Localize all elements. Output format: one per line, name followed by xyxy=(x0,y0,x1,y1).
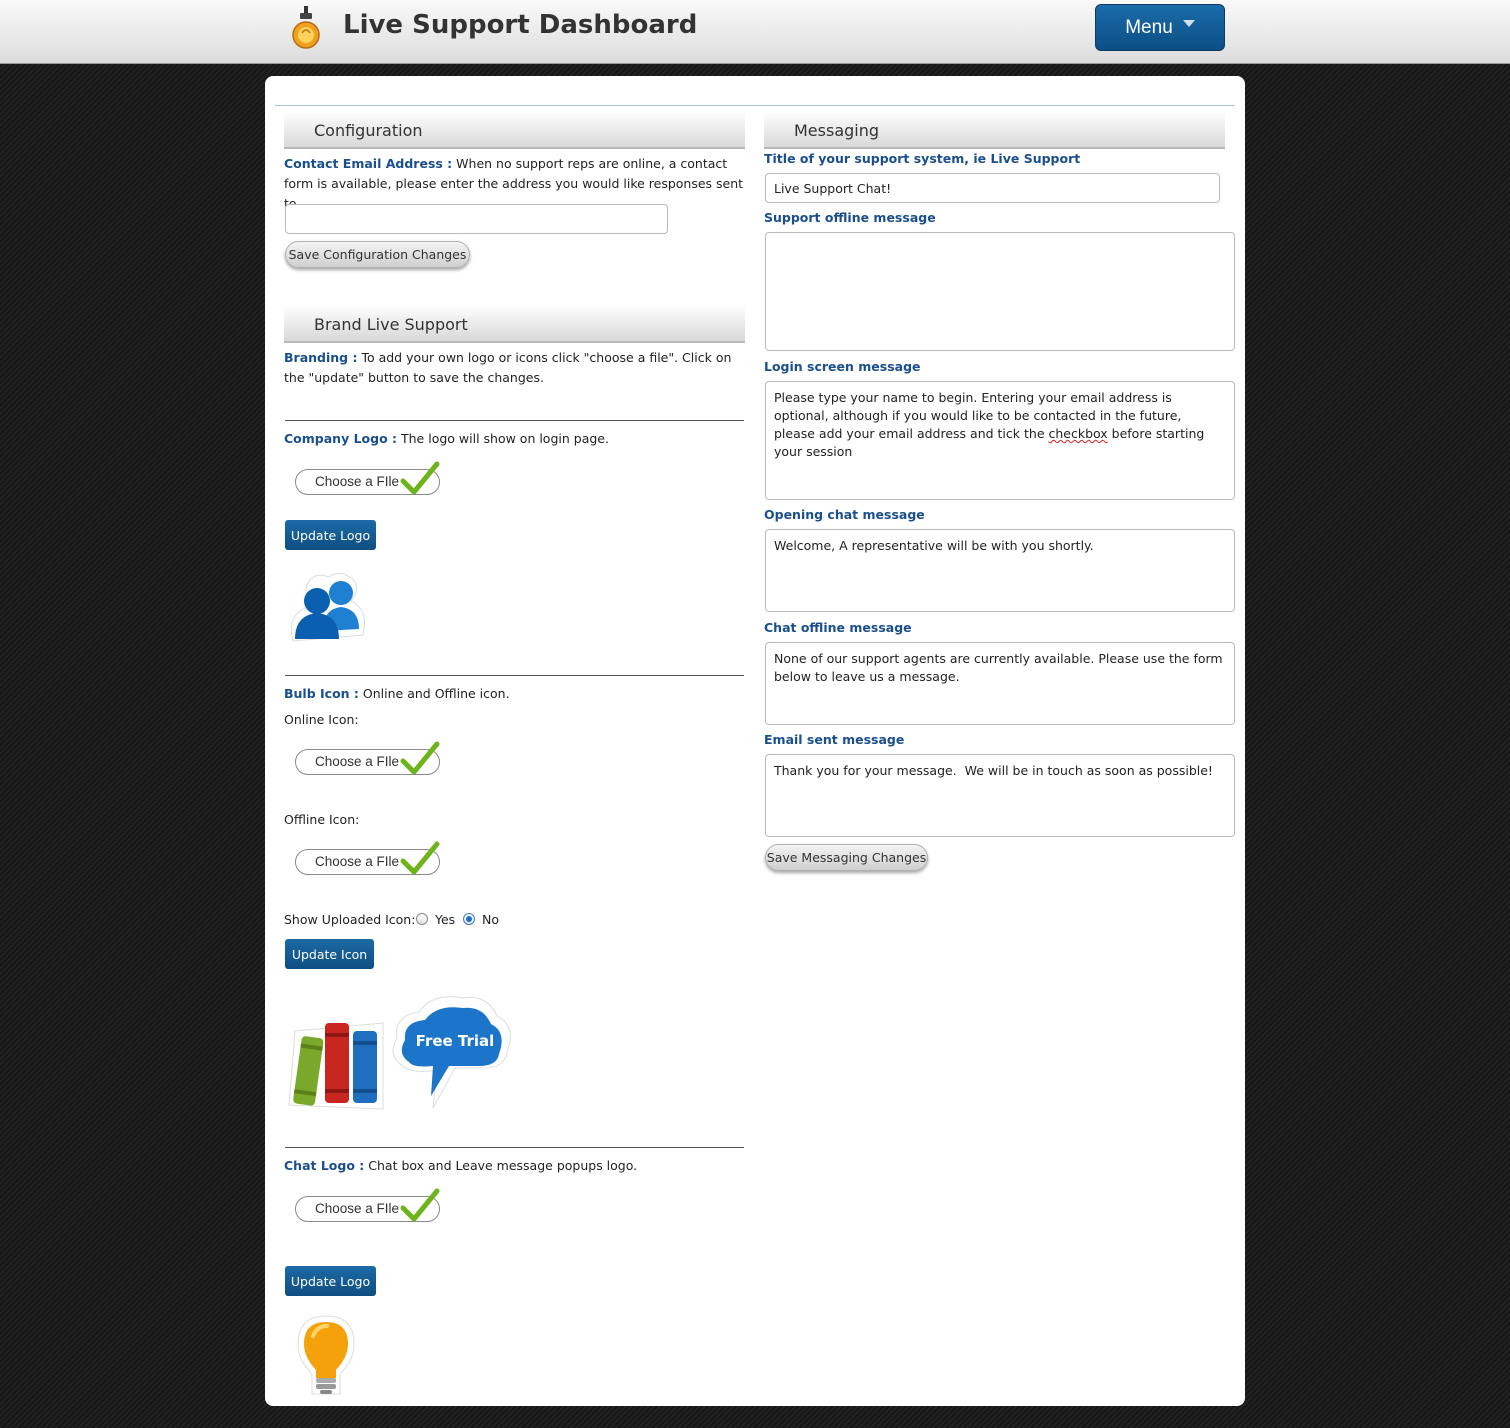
update-icon-button[interactable]: Update Icon xyxy=(285,939,374,969)
company-logo-desc: The logo will show on login page. xyxy=(401,431,609,446)
show-uploaded-label: Show Uploaded Icon: xyxy=(284,912,416,927)
app-title: Live Support Dashboard xyxy=(343,10,698,40)
title-label: Title of your support system, ie Live Su… xyxy=(764,151,1081,166)
opening-chat-label: Opening chat message xyxy=(764,507,925,522)
books-icon xyxy=(288,1022,384,1110)
chat-logo-choose-file-button[interactable]: Choose a FIle xyxy=(295,1188,440,1222)
show-uploaded-yes-radio[interactable] xyxy=(416,913,428,925)
brand-heading: Brand Live Support xyxy=(284,307,745,343)
free-trial-text: Free Trial xyxy=(415,1032,495,1050)
opening-chat-textarea[interactable]: Welcome, A representative will be with y… xyxy=(765,529,1235,612)
contact-email-label: Contact Email Address : xyxy=(284,156,453,171)
title-input[interactable] xyxy=(765,173,1220,203)
main-panel: Configuration Contact Email Address : Wh… xyxy=(265,76,1245,1406)
show-uploaded-no-radio[interactable] xyxy=(463,913,475,925)
caret-down-icon xyxy=(1182,20,1195,27)
update-company-logo-button[interactable]: Update Logo xyxy=(285,520,376,550)
checkmark-icon xyxy=(400,841,440,875)
login-screen-textarea[interactable]: Please type your name to begin. Entering… xyxy=(765,381,1235,500)
company-logo-choose-file-button[interactable]: Choose a FIle xyxy=(295,461,440,495)
email-sent-textarea[interactable]: Thank you for your message. We will be i… xyxy=(765,754,1235,837)
messaging-heading: Messaging xyxy=(764,113,1225,149)
radio-yes-label: Yes xyxy=(435,912,456,927)
menu-button[interactable]: Menu xyxy=(1095,4,1225,51)
radio-no-label: No xyxy=(482,912,499,927)
divider xyxy=(285,420,744,421)
login-screen-label: Login screen message xyxy=(764,359,921,374)
checkmark-icon xyxy=(400,1188,440,1222)
menu-label: Menu xyxy=(1125,16,1173,38)
bulb-icon-label: Bulb Icon : xyxy=(284,686,359,701)
speech-cloud-icon: Free Trial xyxy=(387,994,517,1112)
email-sent-label: Email sent message xyxy=(764,732,905,747)
save-messaging-button[interactable]: Save Messaging Changes xyxy=(765,844,928,871)
online-icon-label: Online Icon: xyxy=(284,712,359,727)
online-icon-choose-file-button[interactable]: Choose a FIle xyxy=(295,741,440,775)
branding-description: Branding : To add your own logo or icons… xyxy=(284,348,744,388)
company-logo-description: Company Logo : The logo will show on log… xyxy=(284,431,609,446)
bulb-icon xyxy=(292,6,320,49)
branding-label: Branding : xyxy=(284,350,358,365)
chat-offline-label: Chat offline message xyxy=(764,620,912,635)
top-bar: Live Support Dashboard Menu xyxy=(0,0,1510,64)
update-chat-logo-button[interactable]: Update Logo xyxy=(285,1266,376,1296)
bulb-icon-desc: Online and Offline icon. xyxy=(362,686,510,701)
misspelled-word: checkbox xyxy=(1048,426,1108,441)
support-offline-textarea[interactable] xyxy=(765,232,1235,351)
checkmark-icon xyxy=(400,461,440,495)
choose-file-label: Choose a FIle xyxy=(315,854,400,869)
checkmark-icon xyxy=(400,741,440,775)
divider xyxy=(275,105,1235,106)
save-configuration-button[interactable]: Save Configuration Changes xyxy=(285,241,470,268)
company-logo-label: Company Logo : xyxy=(284,431,398,446)
choose-file-label: Choose a FIle xyxy=(315,474,400,489)
choose-file-label: Choose a FIle xyxy=(315,1201,400,1216)
chat-offline-textarea[interactable]: None of our support agents are currently… xyxy=(765,642,1235,725)
bulb-icon-description: Bulb Icon : Online and Offline icon. xyxy=(284,686,510,701)
users-icon xyxy=(290,573,365,642)
chat-logo-description: Chat Logo : Chat box and Leave message p… xyxy=(284,1158,637,1173)
chat-logo-label: Chat Logo : xyxy=(284,1158,365,1173)
offline-icon-choose-file-button[interactable]: Choose a FIle xyxy=(295,841,440,875)
chat-logo-desc: Chat box and Leave message popups logo. xyxy=(368,1158,638,1173)
offline-icon-label: Offline Icon: xyxy=(284,812,360,827)
divider xyxy=(285,1147,744,1148)
configuration-heading: Configuration xyxy=(284,113,745,149)
support-offline-label: Support offline message xyxy=(764,210,936,225)
choose-file-label: Choose a FIle xyxy=(315,754,400,769)
lightbulb-icon xyxy=(297,1315,355,1395)
divider xyxy=(285,675,744,676)
contact-email-input[interactable] xyxy=(285,204,668,234)
